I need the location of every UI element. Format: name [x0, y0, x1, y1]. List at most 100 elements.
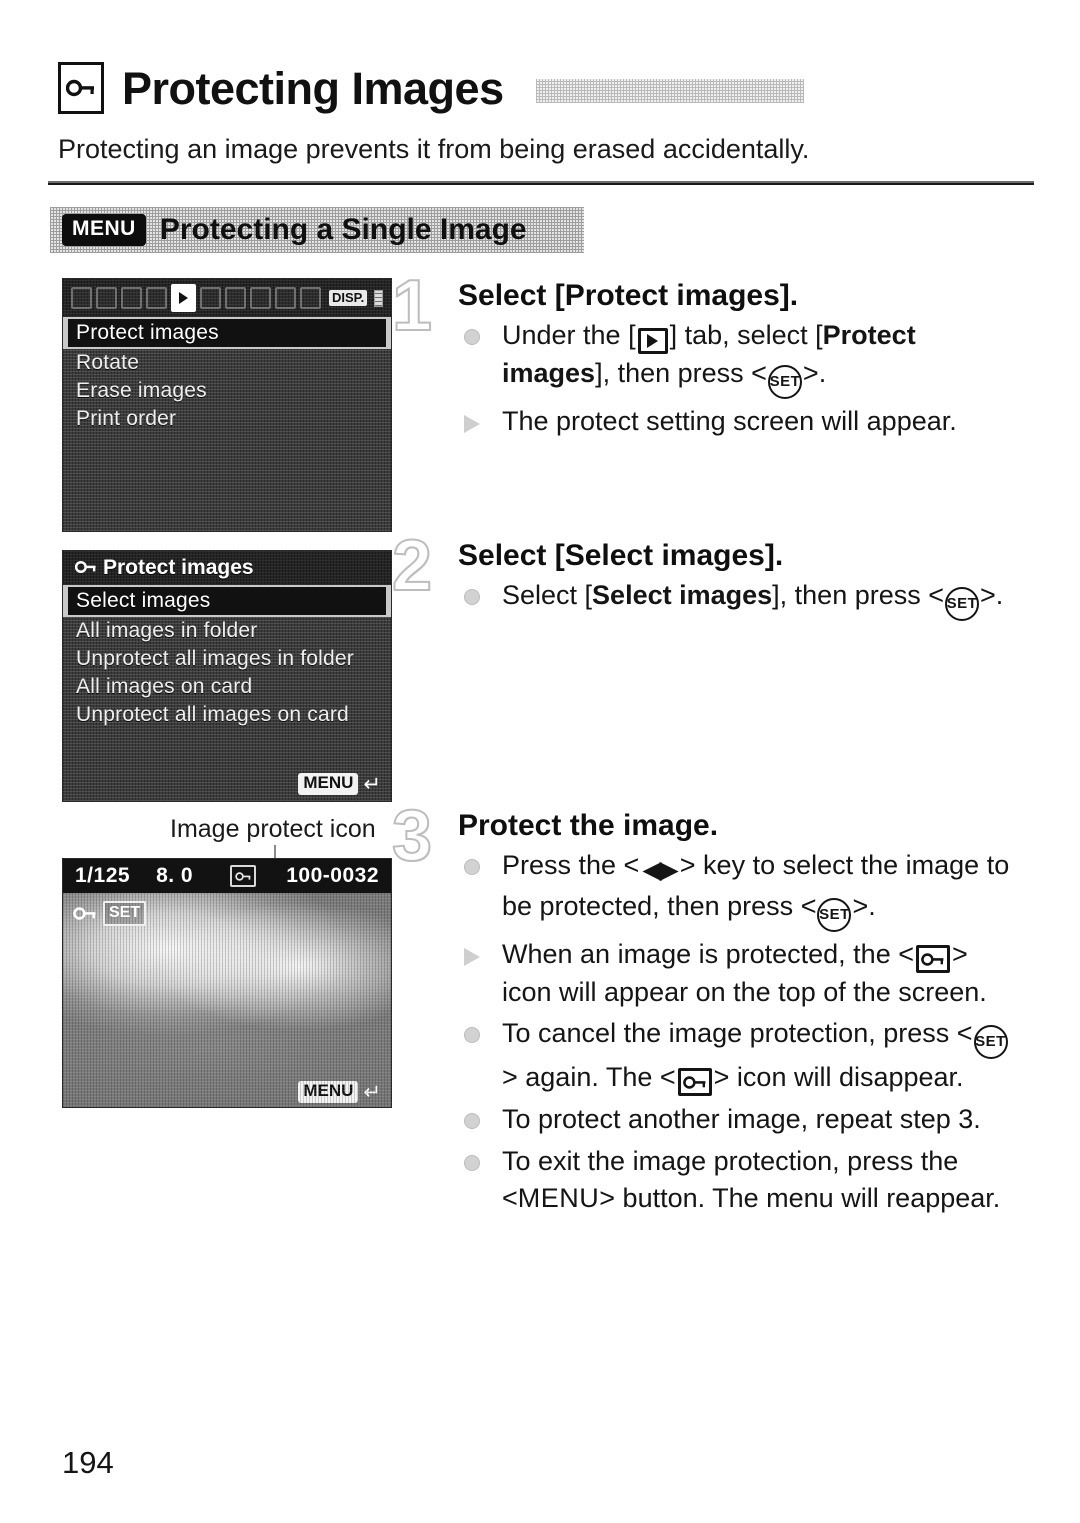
horizontal-rule: [48, 181, 1034, 185]
camera-screen-playback-menu: DISP. Protect images Rotate Erase images…: [62, 278, 392, 532]
protect-key-icon: [74, 556, 97, 580]
menu-item-label: Rotate: [76, 351, 140, 374]
menu-badge-icon: MENU: [62, 214, 146, 246]
page-number: 194: [62, 1445, 114, 1480]
tab-icon-shooting-4[interactable]: [146, 287, 167, 309]
playback-tab-icon: [637, 328, 668, 355]
set-button-icon: SET: [817, 897, 852, 932]
tab-icon-shooting-3[interactable]: [121, 287, 142, 309]
bullet-item: Press the < ◀▶ > key to select the image t…: [458, 847, 1022, 932]
bullet-dot-icon: [464, 329, 480, 346]
protect-option-label: Select images: [76, 589, 211, 612]
protect-option-label: Unprotect all images on card: [76, 703, 349, 726]
camera-screen-protect-images: Protect images Select images All images …: [62, 550, 392, 802]
set-button-icon: SET: [767, 364, 802, 399]
tab-icon-custom[interactable]: [300, 287, 321, 309]
step-bullet-list: Under the [] tab, select [Protect images…: [458, 317, 1022, 440]
protect-option-all-in-folder[interactable]: All images in folder: [63, 617, 391, 645]
bullet-dot-icon: [464, 1027, 480, 1044]
protect-option-label: All images on card: [76, 675, 253, 698]
bullet-dot-icon: [464, 589, 480, 606]
protect-screen-title: Protect images: [103, 556, 254, 579]
step-bullet-list: Select [Select images], then press < SET>…: [458, 577, 1022, 621]
bullet-triangle-icon: [464, 414, 480, 433]
menu-button-icon[interactable]: MENU: [298, 1081, 359, 1103]
protect-screen-footer: MENU ↵: [298, 773, 381, 795]
bullet-dot-icon: [464, 859, 480, 876]
menu-tab-bar[interactable]: DISP.: [63, 279, 391, 317]
manual-page: Protecting Images Protecting an image pr…: [0, 0, 1080, 1523]
bullet-dot-icon: [464, 1112, 480, 1129]
aperture-value: 8. 0: [156, 864, 194, 887]
menu-item-protect-images[interactable]: Protect images: [63, 317, 391, 349]
page-title: Protecting Images: [122, 62, 504, 114]
tab-icon-setup-1[interactable]: [225, 287, 246, 309]
page-title-row: Protecting Images: [58, 62, 1038, 114]
protect-option-unprotect-card[interactable]: Unprotect all images on card: [63, 701, 391, 729]
section-heading: Protecting a Single Image: [159, 213, 527, 246]
emphasized-term: Protect images: [502, 320, 916, 389]
shutter-speed-value: 1/125: [75, 864, 131, 887]
menu-button-icon[interactable]: MENU: [298, 773, 359, 795]
step-title: Select [Select images].: [458, 539, 784, 572]
bullet-item: When an image is protected, the < > icon …: [458, 936, 1022, 1012]
tab-icon-shooting-1[interactable]: [71, 287, 92, 309]
menu-item-rotate[interactable]: Rotate: [63, 349, 391, 377]
step-title: Select [Protect images].: [458, 279, 799, 312]
menu-item-label: Print order: [76, 407, 177, 430]
protect-option-unprotect-folder[interactable]: Unprotect all images in folder: [63, 645, 391, 673]
tab-icon-setup-3[interactable]: [275, 287, 296, 309]
protect-option-select-images[interactable]: Select images: [63, 585, 391, 617]
protect-option-label: All images in folder: [76, 619, 258, 642]
menu-item-erase-images[interactable]: Erase images: [63, 377, 391, 405]
bullet-item: Select [Select images], then press < SET>…: [458, 577, 1022, 621]
bullet-item: To protect another image, repeat step 3.: [458, 1101, 1022, 1139]
image-review-footer: MENU ↵: [298, 1081, 381, 1103]
protect-key-icon: [916, 945, 950, 974]
set-button-icon[interactable]: SET: [103, 901, 147, 926]
emphasized-term: Select images: [592, 580, 773, 611]
set-button-icon: SET: [973, 1024, 1008, 1059]
step-number: 3: [391, 796, 433, 876]
instruction-step-2: 2 Select [Select images]. Select [Select…: [391, 529, 1022, 621]
protect-option-label: Unprotect all images in folder: [76, 647, 354, 670]
instruction-step-1: 1 Select [Protect images]. Under the [] …: [391, 269, 1022, 440]
camera-screen-image-review: 1/125 8. 0 100-0032 SET MENU ↵: [62, 858, 392, 1108]
tab-icon-playback-2[interactable]: [200, 287, 221, 309]
protect-option-all-on-card[interactable]: All images on card: [63, 673, 391, 701]
set-button-icon: SET: [945, 586, 980, 621]
image-protect-icon-callout: Image protect icon: [170, 815, 376, 843]
disp-button-icon[interactable]: DISP.: [329, 289, 368, 307]
protect-set-overlay: SET: [73, 901, 147, 926]
step-bullet-list: Press the < ◀▶ > key to select the image t…: [458, 847, 1022, 1218]
step-number: 1: [391, 266, 433, 346]
bullet-text: The protect setting screen will appear.: [502, 405, 957, 436]
menu-button-label: MENU: [517, 1183, 600, 1214]
bullet-text: To cancel the image protection, press < S…: [502, 1018, 1009, 1097]
bullet-text: Press the < ◀▶ > key to select the image t…: [502, 850, 1009, 932]
bullet-triangle-icon: [464, 947, 480, 966]
intro-text: Protecting an image prevents it from bei…: [58, 134, 810, 164]
menu-item-print-order[interactable]: Print order: [63, 405, 391, 433]
protect-options-list: Select images All images in folder Unpro…: [63, 585, 391, 729]
bullet-text: Under the [] tab, select [Protect images…: [502, 320, 916, 399]
tab-icon-shooting-2[interactable]: [96, 287, 117, 309]
bullet-dot-icon: [464, 1154, 480, 1171]
photo-thumbnail: SET MENU ↵: [63, 893, 391, 1107]
bullet-item: To cancel the image protection, press < S…: [458, 1015, 1022, 1097]
disp-grid-icon: [374, 289, 383, 307]
bullet-item: Under the [] tab, select [Protect images…: [458, 317, 1022, 399]
bullet-text: When an image is protected, the < > icon …: [502, 938, 987, 1007]
menu-item-label: Protect images: [76, 321, 219, 344]
protect-key-icon: [58, 62, 104, 114]
left-right-key-icon: ◀▶: [642, 856, 678, 885]
step-title: Protect the image.: [458, 809, 719, 842]
return-arrow-icon: ↵: [363, 1080, 381, 1104]
return-arrow-icon: ↵: [363, 772, 381, 796]
title-decoration-band: [535, 79, 804, 103]
protect-screen-header: Protect images: [63, 551, 391, 585]
playback-tab-icon[interactable]: [171, 284, 196, 312]
tab-icon-setup-2[interactable]: [250, 287, 271, 309]
file-number-value: 100-0032: [286, 864, 379, 887]
protect-key-icon: [677, 1068, 712, 1097]
